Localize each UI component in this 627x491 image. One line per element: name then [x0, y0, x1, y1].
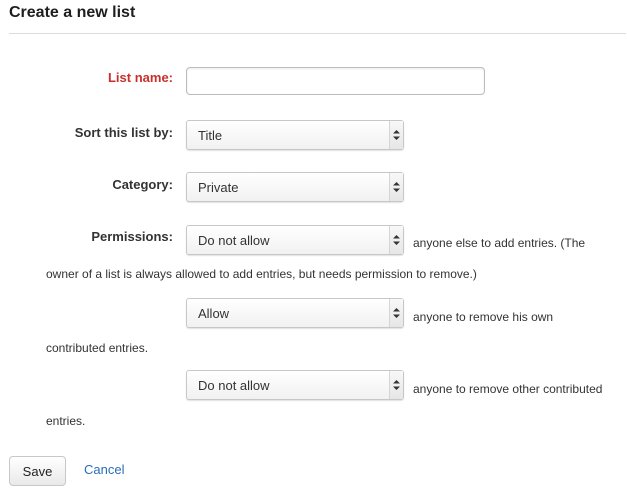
select-arrow-icon	[389, 173, 403, 201]
permissions-label: Permissions:	[91, 229, 173, 244]
remove-own-text-continued: contributed entries.	[46, 341, 149, 355]
add-entries-text: anyone else to add entries. (The	[413, 236, 586, 250]
category-select[interactable]: Private	[186, 172, 404, 202]
sort-select-value: Title	[198, 128, 223, 143]
select-arrow-icon	[389, 371, 403, 399]
remove-own-text: anyone to remove his own	[413, 310, 554, 324]
add-entries-select-value: Do not allow	[198, 233, 270, 248]
sort-select[interactable]: Title	[186, 120, 404, 150]
save-button[interactable]: Save	[9, 456, 66, 486]
category-label: Category:	[112, 177, 173, 192]
title-divider	[9, 33, 626, 34]
select-arrow-icon	[389, 299, 403, 327]
remove-own-permission-select[interactable]: Allow	[186, 298, 404, 328]
remove-other-text-continued: entries.	[46, 414, 86, 428]
add-entries-permission-select[interactable]: Do not allow	[186, 225, 404, 255]
list-name-label: List name:	[107, 70, 173, 85]
select-arrow-icon	[389, 226, 403, 254]
remove-other-permission-select[interactable]: Do not allow	[186, 370, 404, 400]
cancel-link[interactable]: Cancel	[84, 462, 124, 477]
remove-own-select-value: Allow	[198, 306, 230, 321]
remove-other-select-value: Do not allow	[198, 378, 270, 393]
list-name-input[interactable]	[186, 67, 485, 95]
select-arrow-icon	[389, 121, 403, 149]
sort-label: Sort this list by:	[74, 125, 173, 140]
category-select-value: Private	[198, 180, 239, 195]
add-entries-text-continued: owner of a list is always allowed to add…	[46, 267, 477, 281]
page-title: Create a new list	[9, 4, 136, 21]
remove-other-text: anyone to remove other contributed	[413, 382, 603, 396]
